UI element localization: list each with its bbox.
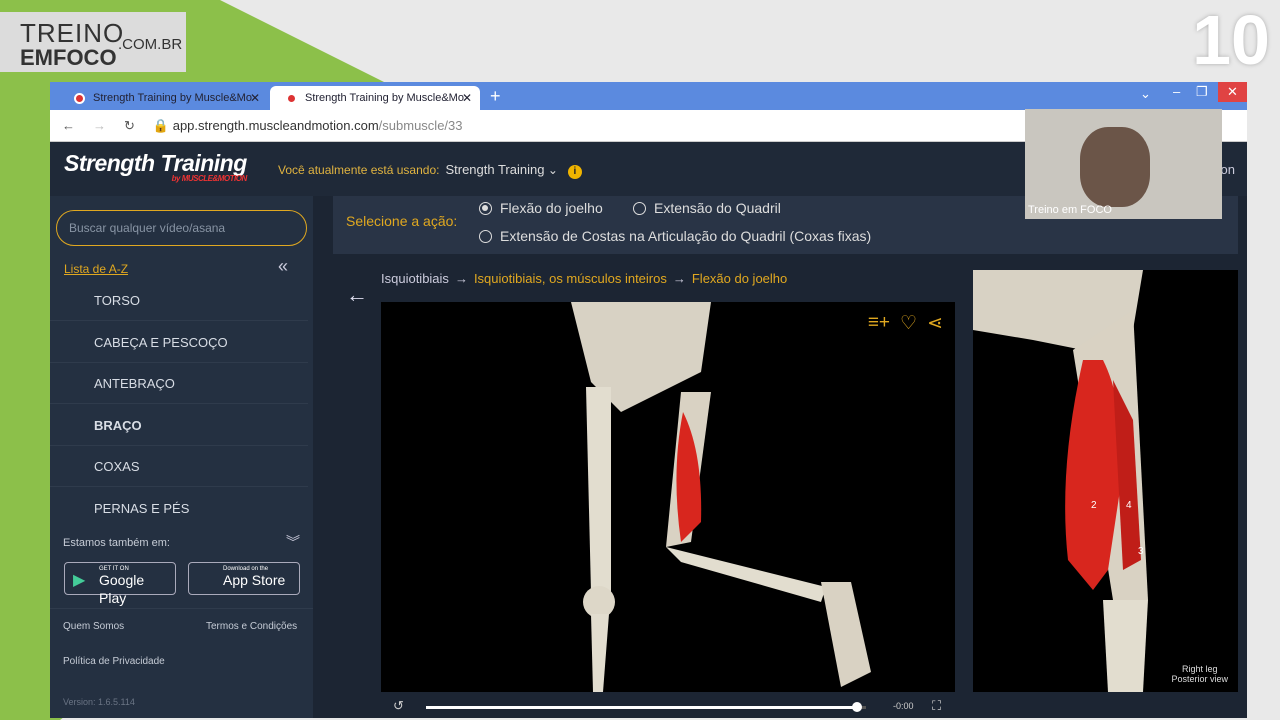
reload-icon[interactable]: ↻ <box>124 118 135 134</box>
muscle-label: 2 <box>1091 500 1097 511</box>
favicon-icon <box>74 92 85 104</box>
about-link[interactable]: Quem Somos <box>63 621 124 632</box>
radio-selected-icon <box>479 201 492 215</box>
a-z-list-link[interactable]: Lista de A-Z <box>64 262 128 276</box>
close-tab-icon[interactable]: ✕ <box>462 91 472 105</box>
share-icon[interactable]: ⋖ <box>927 312 943 335</box>
divider <box>50 608 313 609</box>
muscle-label: 3 <box>1138 546 1144 557</box>
google-play-icon: ▶ <box>73 572 86 589</box>
add-to-playlist-icon[interactable]: ≡+ <box>868 312 890 335</box>
breadcrumb: Isquiotibiais → Isquiotibiais, os músculo… <box>381 271 788 286</box>
using-value: Strength Training <box>445 162 545 177</box>
browser-tab[interactable]: Strength Training by Muscle&Mo ✕ <box>58 86 268 110</box>
chevron-down-icon: ⌄ <box>547 163 558 177</box>
category-thighs[interactable]: COXAS <box>50 446 308 487</box>
tab-title: Strength Training by Muscle&Mo <box>305 92 464 104</box>
skeleton-animation <box>571 302 871 692</box>
app-store-button[interactable]: Download on the App Store <box>188 562 300 595</box>
google-play-button[interactable]: ▶ GET IT ON Google Play <box>64 562 176 606</box>
video-player[interactable]: ≡+ ♡ ⋖ <box>381 302 955 692</box>
favorite-heart-icon[interactable]: ♡ <box>900 312 917 335</box>
header-right-text[interactable]: on <box>1221 162 1235 177</box>
radio-knee-flexion[interactable]: Flexão do joelho <box>479 200 603 216</box>
time-remaining: -0:00 <box>893 701 914 711</box>
video-controls: ↺ -0:00 ⛶ <box>381 694 955 718</box>
muscle-label: 4 <box>1126 500 1132 511</box>
close-tab-icon[interactable]: ✕ <box>250 91 260 105</box>
also-on-label: Estamos também em: <box>63 537 170 549</box>
radio-back-extension[interactable]: Extensão de Costas na Articulação do Qua… <box>479 228 871 244</box>
radio-icon <box>479 229 492 243</box>
muscle-diagram: 2 4 3 Right leg Posterior view <box>973 270 1238 692</box>
radio-hip-extension[interactable]: Extensão do Quadril <box>633 200 781 216</box>
sidebar: Buscar qualquer vídeo/asana Lista de A-Z… <box>50 196 313 718</box>
restore-button[interactable]: ❐ <box>1196 84 1208 104</box>
collapse-sidebar-icon[interactable]: « <box>278 256 288 277</box>
using-label: Você atualmente está usando: <box>278 163 440 177</box>
breadcrumb-item[interactable]: Isquiotibiais, os músculos inteiros <box>474 271 667 286</box>
favicon-icon <box>286 92 297 104</box>
search-input[interactable]: Buscar qualquer vídeo/asana <box>56 210 307 246</box>
presenter-video <box>1080 127 1150 207</box>
back-arrow-icon[interactable]: ← <box>346 282 368 308</box>
category-torso[interactable]: TORSO <box>50 280 308 321</box>
tab-search-icon[interactable]: ⌄ <box>1140 86 1151 106</box>
new-tab-button[interactable]: + <box>490 86 501 107</box>
privacy-link[interactable]: Política de Privacidade <box>63 656 165 667</box>
webcam-name: Treino em FOCO <box>1028 204 1112 216</box>
expand-icon[interactable]: ︾ <box>286 532 300 552</box>
app-switcher[interactable]: Você atualmente está usando: Strength Tra… <box>278 162 582 179</box>
terms-link[interactable]: Termos e Condições <box>206 621 297 632</box>
brand-logo[interactable]: Strength Training by MUSCLE&MOTION <box>64 150 247 183</box>
replay-icon[interactable]: ↺ <box>393 698 404 714</box>
url-host: app.strength.muscleandmotion.com <box>172 117 379 133</box>
logo-domain: .COM.BR <box>118 36 183 53</box>
progress-thumb[interactable] <box>852 702 863 712</box>
breadcrumb-item[interactable]: Isquiotibiais <box>381 271 449 286</box>
url-path: /submuscle/33 <box>378 117 463 133</box>
radio-icon <box>633 201 646 215</box>
category-forearm[interactable]: ANTEBRAÇO <box>50 363 308 404</box>
video-progress-bar[interactable] <box>426 706 866 709</box>
close-window-button[interactable]: ✕ <box>1218 82 1247 102</box>
minimize-button[interactable]: – <box>1173 84 1180 104</box>
browser-tab-active[interactable]: Strength Training by Muscle&Mo ✕ <box>270 86 480 110</box>
info-icon[interactable]: i <box>567 165 582 179</box>
back-icon[interactable]: ← <box>62 118 75 133</box>
video-actions: ≡+ ♡ ⋖ <box>868 312 943 335</box>
tab-bar: Strength Training by Muscle&Mo ✕ Strength… <box>50 82 1247 110</box>
forward-icon[interactable]: → <box>93 118 106 133</box>
category-legs-feet[interactable]: PERNAS E PÉS <box>50 488 308 529</box>
fullscreen-icon[interactable]: ⛶ <box>932 698 941 714</box>
tab-title: Strength Training by Muscle&Mo <box>93 92 252 104</box>
webcam-overlay: Treino em FOCO <box>1025 109 1222 219</box>
url-field[interactable]: 🔒 app.strength.muscleandmotion.com/submu… <box>153 118 463 134</box>
anniversary-badge: 10 <box>1192 1 1270 79</box>
view-caption: Right leg Posterior view <box>1171 664 1228 684</box>
hamstring-illustration <box>973 270 1148 692</box>
category-arm[interactable]: BRAÇO <box>50 405 308 446</box>
action-label: Selecione a ação: <box>346 213 458 229</box>
breadcrumb-current: Flexão do joelho <box>691 271 788 286</box>
version-text: Version: 1.6.5.114 <box>63 697 135 707</box>
category-head-neck[interactable]: CABEÇA E PESCOÇO <box>50 322 308 363</box>
treino-em-foco-logo: TREINO EMFOCO .COM.BR <box>0 12 186 72</box>
